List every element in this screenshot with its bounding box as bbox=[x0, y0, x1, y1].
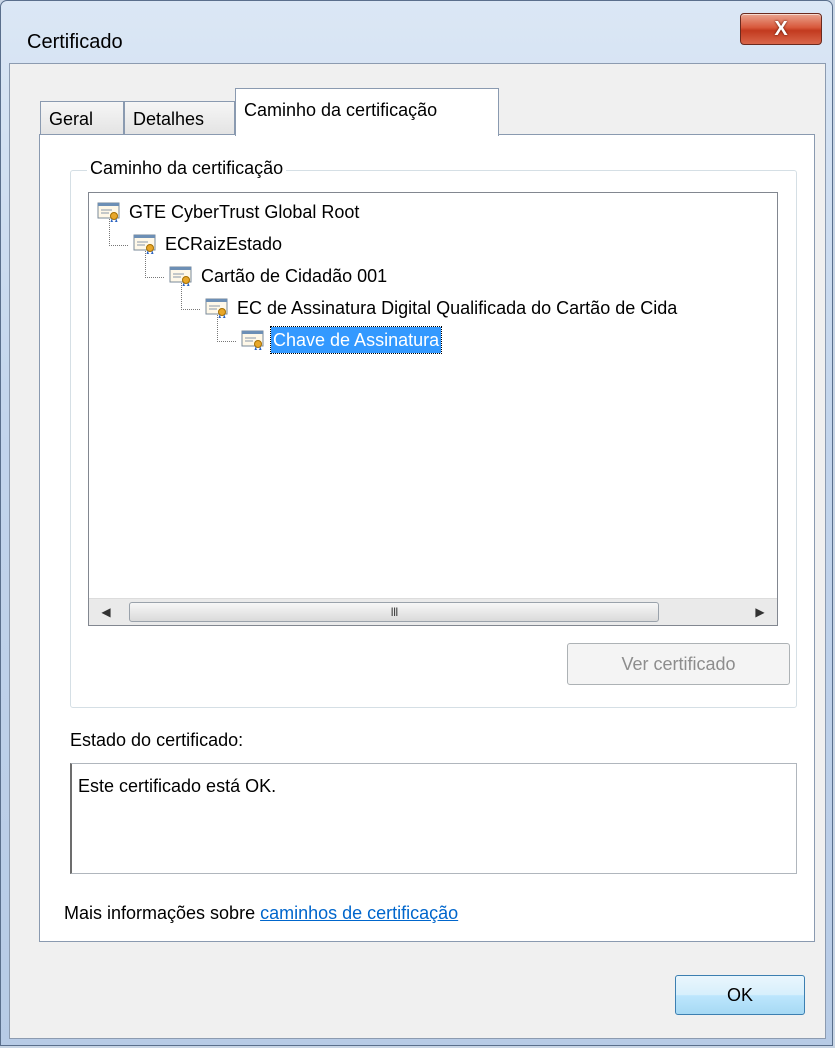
close-icon: X bbox=[774, 18, 788, 40]
scrollbar-thumb[interactable]: III bbox=[129, 602, 659, 622]
certificate-icon bbox=[133, 234, 156, 254]
view-certificate-button[interactable]: Ver certificado bbox=[567, 643, 790, 685]
tab-label: Caminho da certificação bbox=[244, 100, 438, 120]
more-info-text: Mais informações sobre caminhos de certi… bbox=[64, 903, 458, 924]
tree-item-ec-assinatura[interactable]: EC de Assinatura Digital Qualificada do … bbox=[205, 295, 777, 321]
scroll-right-icon[interactable]: ▶ bbox=[747, 599, 773, 625]
close-button[interactable]: X bbox=[740, 13, 822, 45]
certificate-icon bbox=[241, 330, 264, 350]
certification-paths-link[interactable]: caminhos de certificação bbox=[260, 903, 458, 923]
tab-label: Detalhes bbox=[133, 109, 205, 129]
horizontal-scrollbar[interactable]: ◀ III ▶ bbox=[89, 598, 777, 625]
window-title: Certificado bbox=[27, 31, 123, 53]
scroll-grip: III bbox=[390, 605, 398, 619]
tree-item-cartao-cidadao[interactable]: Cartão de Cidadão 001 bbox=[169, 263, 729, 289]
certificate-icon bbox=[169, 266, 192, 286]
certificate-dialog: Certificado X Geral Detalhes Caminho da … bbox=[0, 0, 833, 1046]
certification-path-group: Caminho da certificação GTE CyberTrust G… bbox=[70, 158, 797, 708]
tab-label: Geral bbox=[49, 109, 94, 129]
tree-item-label: GTE CyberTrust Global Root bbox=[129, 202, 360, 222]
tree-item-label: Chave de Assinatura bbox=[269, 326, 443, 354]
tab-caminho-certificacao[interactable]: Caminho da certificação bbox=[235, 88, 499, 136]
button-label: OK bbox=[726, 985, 753, 1005]
status-label: Estado do certificado: bbox=[70, 730, 244, 750]
status-box[interactable]: Este certificado está OK. bbox=[70, 763, 797, 874]
tab-panel: Caminho da certificação GTE CyberTrust G… bbox=[39, 134, 815, 942]
button-label: Ver certificado bbox=[621, 654, 736, 674]
dialog-client-area: Geral Detalhes Caminho da certificação C… bbox=[9, 63, 826, 1039]
certificate-icon bbox=[97, 202, 120, 222]
group-label: Caminho da certificação bbox=[87, 158, 287, 179]
tree-item-root[interactable]: GTE CyberTrust Global Root bbox=[97, 199, 697, 225]
tab-detalhes[interactable]: Detalhes bbox=[124, 101, 235, 135]
tab-geral[interactable]: Geral bbox=[40, 101, 124, 135]
tree-item-chave-assinatura[interactable]: Chave de Assinatura bbox=[241, 326, 741, 354]
title-bar[interactable]: Certificado X bbox=[1, 1, 832, 63]
status-text: Este certificado está OK. bbox=[78, 776, 277, 796]
tree-item-label: Cartão de Cidadão 001 bbox=[201, 266, 388, 286]
certificate-icon bbox=[205, 298, 228, 318]
info-prefix: Mais informações sobre bbox=[64, 903, 261, 923]
scroll-left-icon[interactable]: ◀ bbox=[93, 599, 119, 625]
tree-item-label: ECRaizEstado bbox=[165, 234, 283, 254]
ok-button[interactable]: OK bbox=[675, 975, 805, 1015]
certificate-tree[interactable]: GTE CyberTrust Global Root ECRaizEstado bbox=[88, 192, 778, 626]
tree-item-ecraizestado[interactable]: ECRaizEstado bbox=[133, 231, 693, 257]
tree-item-label: EC de Assinatura Digital Qualificada do … bbox=[237, 298, 678, 318]
